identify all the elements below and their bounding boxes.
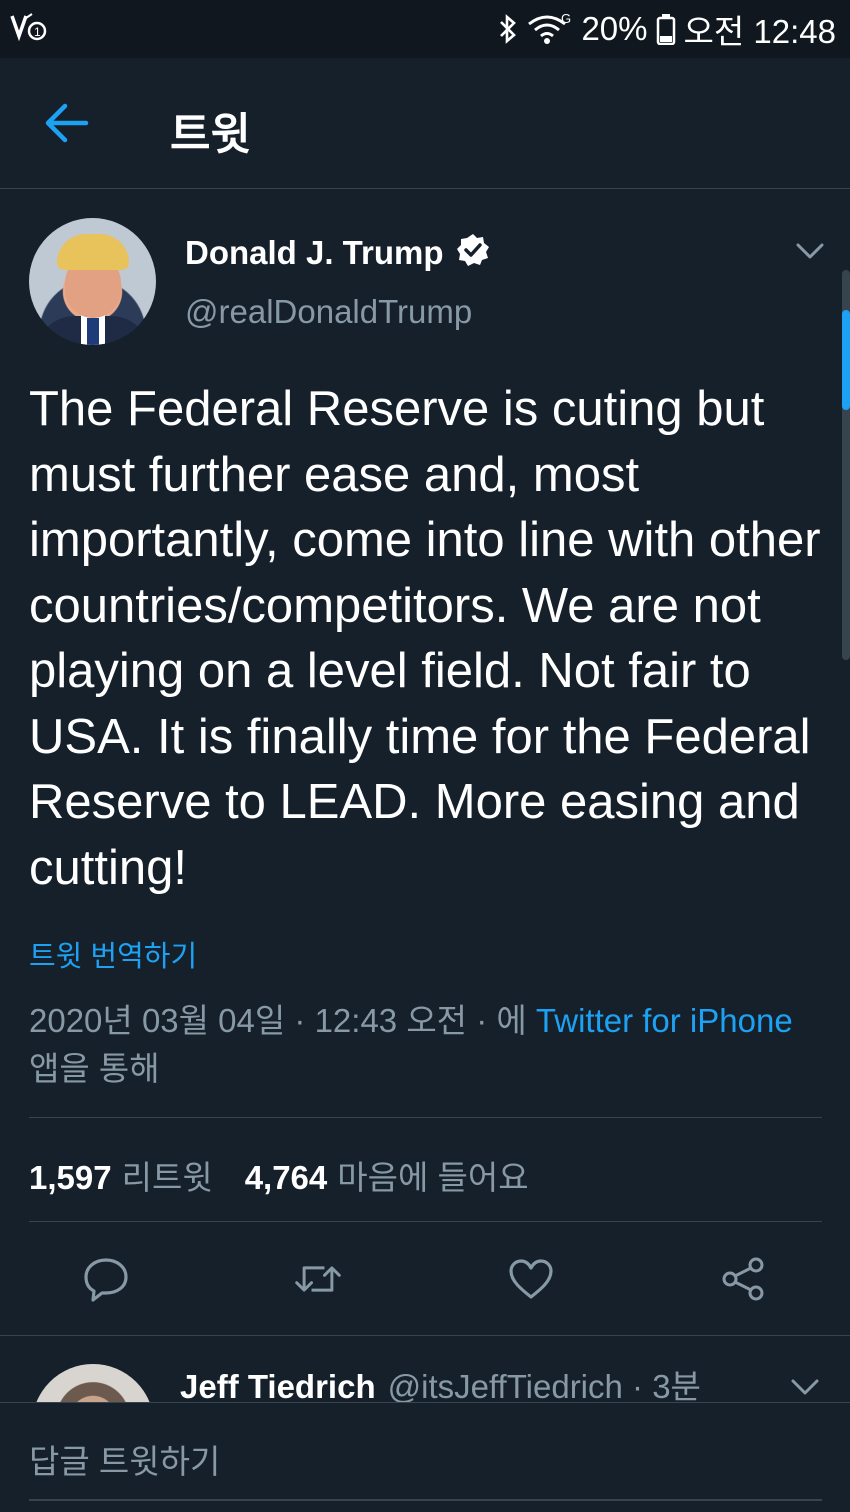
divider (29, 1221, 822, 1222)
reply-header: Jeff Tiedrich @itsJeffTiedrich · 3분 (180, 1360, 701, 1402)
retweet-icon (295, 1266, 341, 1292)
reply-compose-bar: 답글 트윗하기 (0, 1402, 850, 1512)
reply-author-handle: @itsJeffTiedrich · 3분 (387, 1368, 701, 1402)
arrow-left-icon (45, 103, 89, 143)
like-button[interactable] (506, 1251, 556, 1307)
tweet-stats: 1,597 리트윗 4,764 마음에 들어요 (29, 1151, 529, 1199)
author-handle[interactable]: @realDonaldTrump (185, 293, 472, 331)
author-name-row: Donald J. Trump (185, 233, 490, 272)
author-display-name[interactable]: Donald J. Trump (185, 234, 444, 272)
verified-badge-icon (456, 233, 490, 272)
scrollbar[interactable] (842, 270, 850, 660)
reply-tweet[interactable]: Jeff Tiedrich @itsJeffTiedrich · 3분 (0, 1336, 850, 1402)
battery-icon (656, 13, 676, 45)
tweet-text: The Federal Reserve is cuting but must f… (29, 382, 821, 895)
retweet-count: 1,597 (29, 1159, 112, 1196)
divider (29, 1117, 822, 1118)
reply-author-name[interactable]: Jeff Tiedrich (180, 1368, 376, 1402)
retweet-label: 리트윗 (121, 1159, 213, 1196)
reply-avatar[interactable] (32, 1364, 154, 1402)
top-app-bar: 트윗 (0, 58, 850, 189)
reply-button[interactable] (81, 1251, 131, 1307)
reply-menu-button[interactable] (790, 1376, 820, 1398)
avatar[interactable] (29, 218, 156, 345)
wifi-icon: G (527, 12, 573, 46)
status-left: 1 (10, 12, 48, 47)
clock: 오전 12:48 (683, 13, 836, 50)
source-suffix: 앱을 통해 (29, 1050, 160, 1087)
tweet-meta: 2020년 03월 04일 · 12:43 오전 · 에 Twitter for… (29, 997, 809, 1093)
translate-tweet-link[interactable]: 트윗 번역하기 (29, 933, 197, 975)
status-right: G 20% 오전 12:48 (497, 5, 836, 53)
reply-icon (84, 1258, 128, 1302)
volte-icon: 1 (10, 12, 48, 47)
status-bar: 1 G 20% 오전 12:48 (0, 0, 850, 58)
like-label: 마음에 들어요 (337, 1159, 529, 1196)
bluetooth-icon (497, 13, 519, 45)
share-icon (722, 1257, 764, 1301)
heart-icon (509, 1259, 553, 1299)
tweet-timestamp: 2020년 03월 04일 · 12:43 오전 · 에 (29, 1002, 527, 1039)
reply-input[interactable]: 답글 트윗하기 (29, 1435, 220, 1483)
back-button[interactable] (44, 102, 90, 144)
battery-percent: 20% (581, 10, 648, 47)
source-link[interactable]: Twitter for iPhone (536, 1002, 793, 1039)
likes-stat[interactable]: 4,764 마음에 들어요 (245, 1151, 529, 1199)
chevron-down-icon (796, 243, 824, 259)
like-count: 4,764 (244, 1159, 328, 1196)
share-button[interactable] (719, 1251, 769, 1307)
input-underline (29, 1499, 822, 1501)
svg-text:1: 1 (34, 25, 41, 39)
retweets-stat[interactable]: 1,597 리트윗 (29, 1151, 213, 1199)
tweet-actions (0, 1251, 850, 1307)
scrollbar-thumb[interactable] (842, 310, 850, 410)
network-label: G (561, 12, 571, 26)
page-title: 트윗 (170, 110, 251, 159)
tweet-menu-button[interactable] (794, 239, 826, 263)
retweet-button[interactable] (293, 1251, 343, 1307)
chevron-down-icon (791, 1379, 819, 1395)
